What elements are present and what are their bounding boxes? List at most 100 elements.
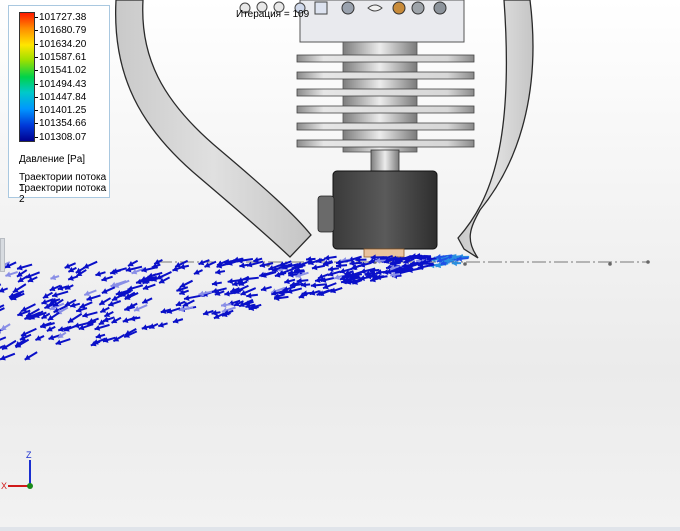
flow-arrow — [42, 291, 53, 299]
legend-value: 101308.07 — [39, 131, 87, 143]
legend-tick — [35, 136, 38, 138]
flow-arrow — [55, 338, 71, 346]
trajectory-2-label[interactable]: Траектории потока 2 — [19, 183, 109, 205]
flow-arrow — [82, 311, 98, 318]
flow-arrow — [67, 312, 83, 324]
scene-icon[interactable] — [411, 1, 425, 15]
flow-arrow — [94, 323, 110, 331]
legend-tick — [35, 110, 38, 112]
flow-arrow — [86, 294, 101, 302]
flow-arrow — [172, 317, 184, 324]
legend-value: 101587.61 — [39, 51, 87, 63]
flow-arrow — [141, 297, 153, 304]
flow-trajectory-arrows — [0, 253, 470, 361]
flow-arrow — [95, 270, 106, 277]
legend-tick — [35, 123, 38, 125]
flow-arrow — [51, 290, 69, 298]
flow-arrow — [16, 269, 28, 278]
legend-tick — [35, 56, 38, 58]
flow-arrow — [133, 304, 148, 312]
iteration-label: Итерация = 109 — [236, 9, 310, 20]
flow-arrow — [107, 300, 122, 307]
pressure-unit-label: Давление [Pa] — [19, 154, 86, 165]
legend-tick — [35, 30, 38, 32]
flow-arrow — [246, 292, 258, 299]
flow-arrow — [101, 286, 116, 294]
flow-arrow — [95, 333, 106, 339]
legend-value: 101401.25 — [39, 105, 87, 117]
flow-arrow — [239, 262, 249, 269]
flow-arrow — [193, 269, 203, 275]
pressure-legend[interactable]: 101727.38 101680.79 101634.20 101587.61 1015… — [8, 5, 110, 205]
flow-arrow — [35, 335, 45, 341]
flow-arrow — [0, 323, 11, 331]
legend-value: 101680.79 — [39, 25, 87, 37]
flow-arrow — [178, 306, 194, 313]
flow-arrow — [128, 302, 138, 309]
flow-arrow — [142, 283, 156, 291]
heatbreak-neck — [370, 149, 400, 173]
flow-arrow — [327, 266, 339, 272]
pressure-color-scale — [19, 12, 35, 142]
legend-value: 101354.66 — [39, 118, 87, 130]
heater-block — [332, 170, 438, 250]
z-label: Z — [26, 450, 32, 460]
flow-arrow — [215, 268, 226, 275]
view-orientation-icon[interactable] — [314, 1, 328, 15]
flow-arrow — [46, 325, 56, 332]
triad-origin — [27, 483, 33, 489]
flow-arrow — [0, 307, 5, 312]
flow-arrow — [12, 283, 27, 294]
legend-tick — [35, 43, 38, 45]
legend-value: 101541.02 — [39, 65, 87, 77]
flow-arrow — [330, 286, 343, 294]
flow-arrow — [67, 275, 79, 281]
hide-show-icon[interactable] — [367, 4, 383, 12]
flow-arrow — [17, 275, 29, 283]
legend-value: 101494.43 — [39, 78, 87, 90]
x-label: X — [1, 481, 7, 491]
flow-arrow — [5, 270, 18, 278]
flow-arrow — [0, 287, 9, 293]
flow-arrow — [1, 339, 17, 351]
flow-arrow — [99, 306, 110, 314]
legend-value: 101634.20 — [39, 38, 87, 50]
flow-arrow — [260, 285, 272, 292]
heater-cartridge — [317, 195, 335, 233]
appearance-icon[interactable] — [392, 1, 406, 15]
flow-arrow — [98, 297, 112, 306]
flow-arrow — [141, 324, 153, 331]
flow-arrow — [158, 321, 168, 328]
legend-tick — [35, 83, 38, 85]
flow-arrow — [25, 271, 40, 279]
flow-arrow — [127, 259, 139, 267]
legend-value: 101727.38 — [39, 12, 87, 23]
flow-arrow — [0, 336, 7, 341]
flow-arrow — [204, 260, 217, 268]
flow-arrow — [24, 351, 38, 361]
graphics-viewport[interactable]: Итерация = 109 101727.38 101680.79 101634.… — [0, 0, 680, 531]
flow-arrow — [166, 307, 181, 314]
flow-arrow — [179, 279, 194, 288]
flow-arrow — [183, 294, 200, 301]
flow-arrow — [211, 280, 222, 287]
flow-arrow — [83, 289, 97, 297]
view-settings-icon[interactable] — [433, 1, 447, 15]
flow-arrow — [318, 288, 334, 296]
axis-triad: Z X — [1, 450, 33, 491]
flow-arrow — [311, 264, 326, 271]
status-strip — [0, 527, 680, 531]
flow-arrow — [323, 254, 337, 261]
legend-tick — [35, 70, 38, 72]
display-style-icon[interactable] — [341, 1, 355, 15]
flow-arrow — [129, 315, 141, 322]
flow-arrow — [300, 281, 311, 288]
flow-arrow — [327, 270, 341, 277]
flow-arrow — [16, 263, 33, 271]
legend-value: 101447.84 — [39, 91, 87, 103]
flow-arrow — [317, 273, 330, 280]
flow-arrow — [50, 274, 60, 281]
legend-tick — [35, 96, 38, 98]
collapsed-panel-tab[interactable] — [0, 238, 5, 272]
flow-arrow — [0, 352, 16, 361]
